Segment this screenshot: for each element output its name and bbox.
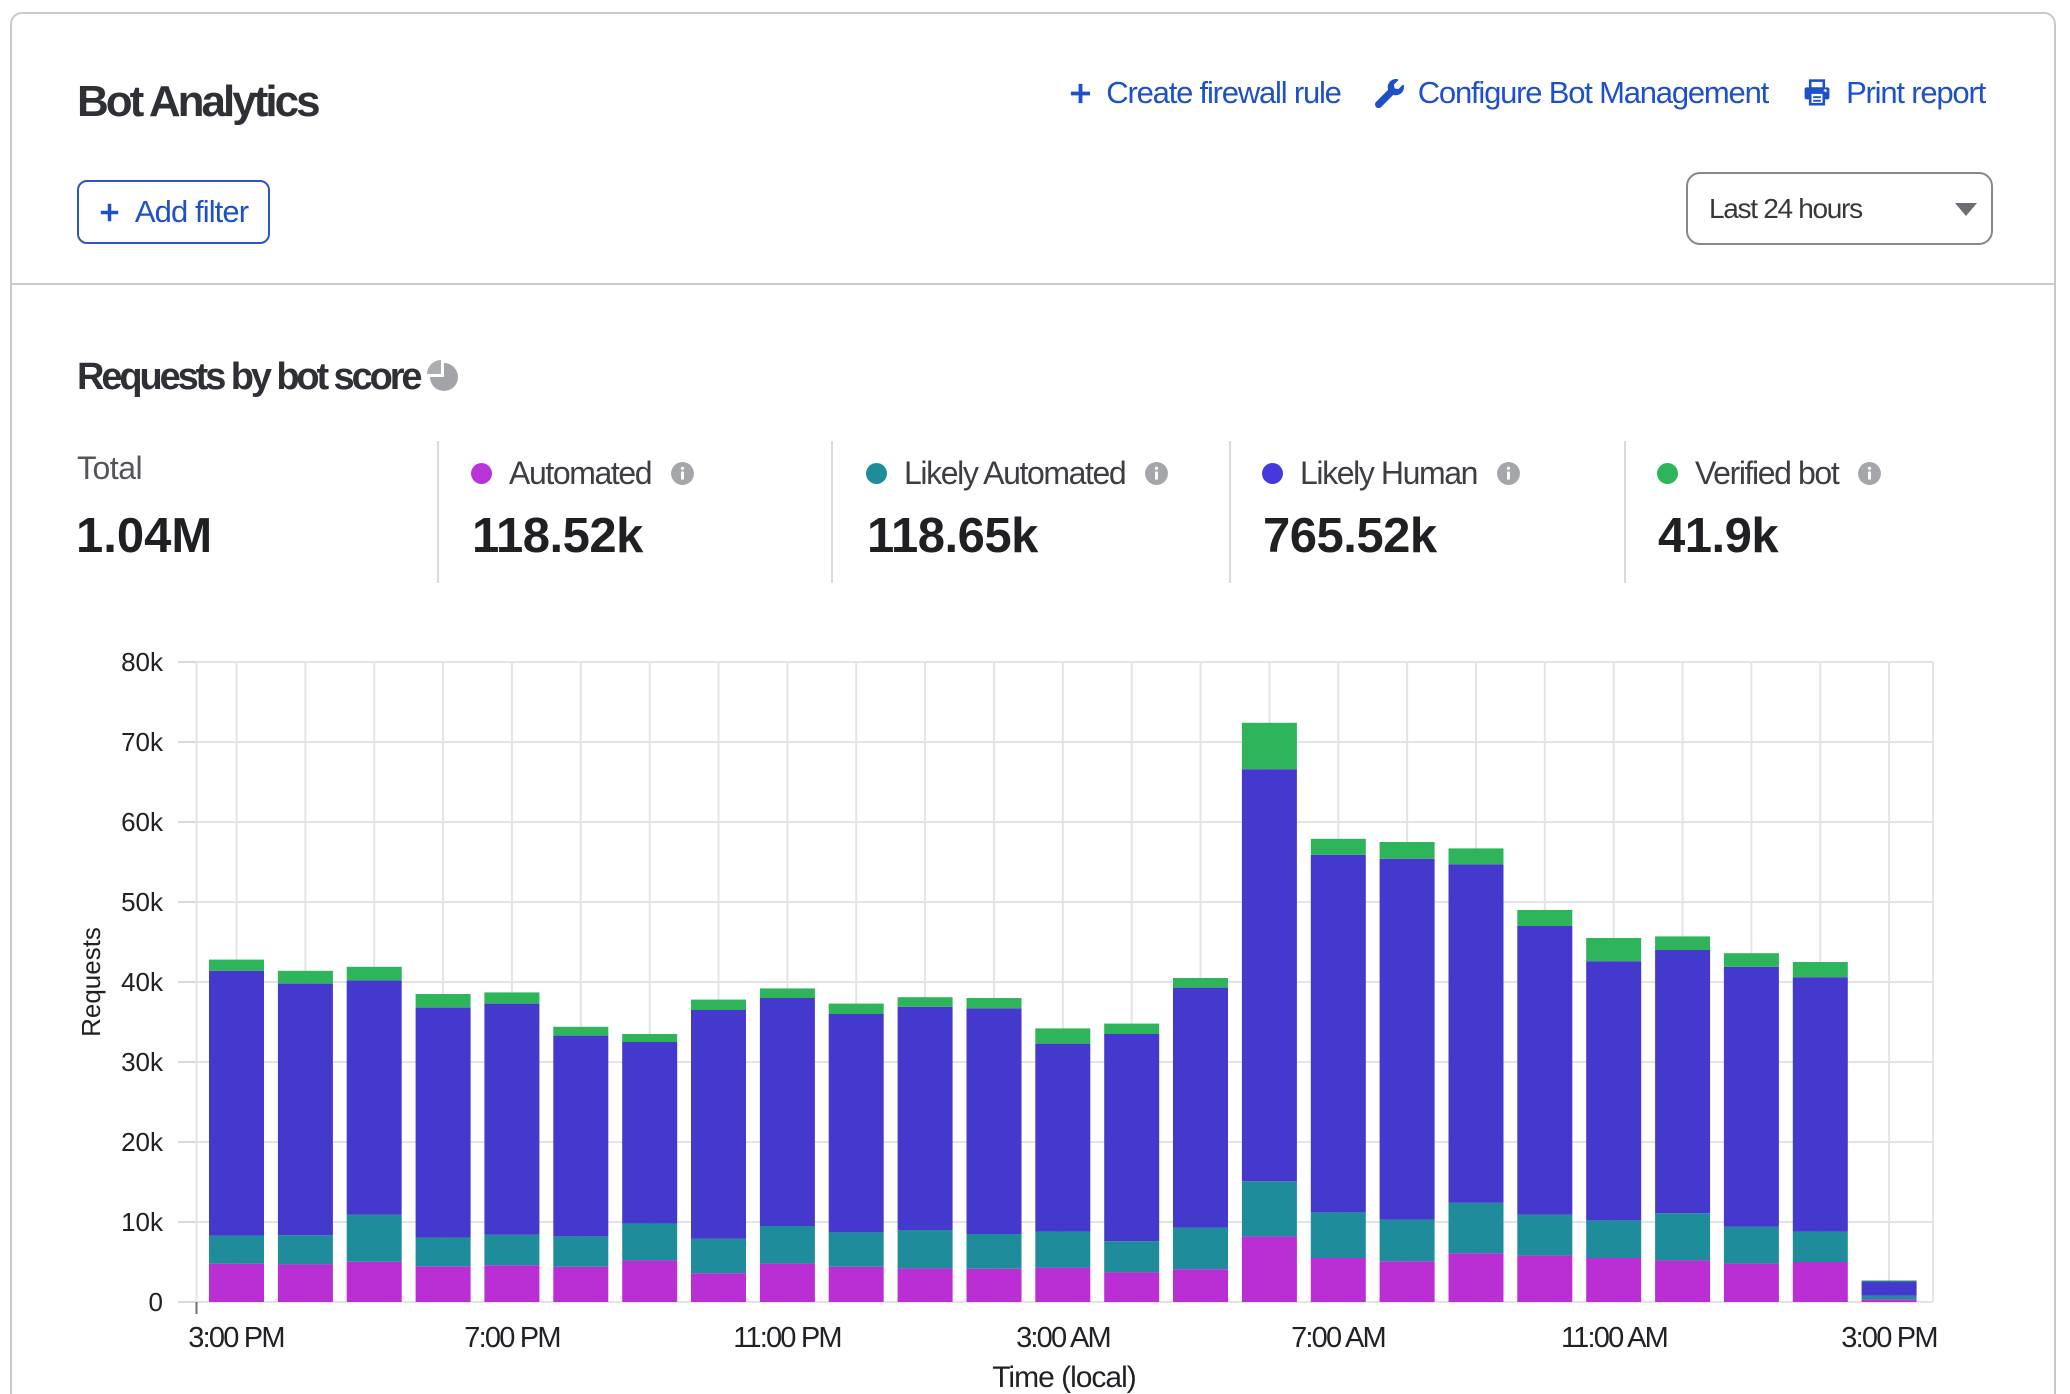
- svg-text:30k: 30k: [121, 1047, 164, 1077]
- svg-text:20k: 20k: [121, 1127, 164, 1157]
- svg-text:Requests: Requests: [76, 927, 106, 1037]
- svg-text:3:00 AM: 3:00 AM: [1016, 1322, 1110, 1354]
- svg-text:3:00 PM: 3:00 PM: [188, 1322, 283, 1354]
- svg-text:7:00 AM: 7:00 AM: [1291, 1322, 1385, 1354]
- svg-text:10k: 10k: [121, 1207, 164, 1237]
- svg-text:40k: 40k: [121, 967, 164, 997]
- svg-text:3:00 PM: 3:00 PM: [1841, 1322, 1936, 1354]
- svg-text:0: 0: [149, 1287, 163, 1317]
- svg-text:11:00 AM: 11:00 AM: [1561, 1322, 1667, 1354]
- svg-text:60k: 60k: [121, 807, 164, 837]
- svg-text:Time (local): Time (local): [992, 1361, 1136, 1394]
- svg-text:80k: 80k: [121, 647, 164, 677]
- svg-text:7:00 PM: 7:00 PM: [464, 1322, 559, 1354]
- svg-text:70k: 70k: [121, 727, 164, 757]
- svg-text:11:00 PM: 11:00 PM: [733, 1322, 841, 1354]
- svg-text:50k: 50k: [121, 887, 164, 917]
